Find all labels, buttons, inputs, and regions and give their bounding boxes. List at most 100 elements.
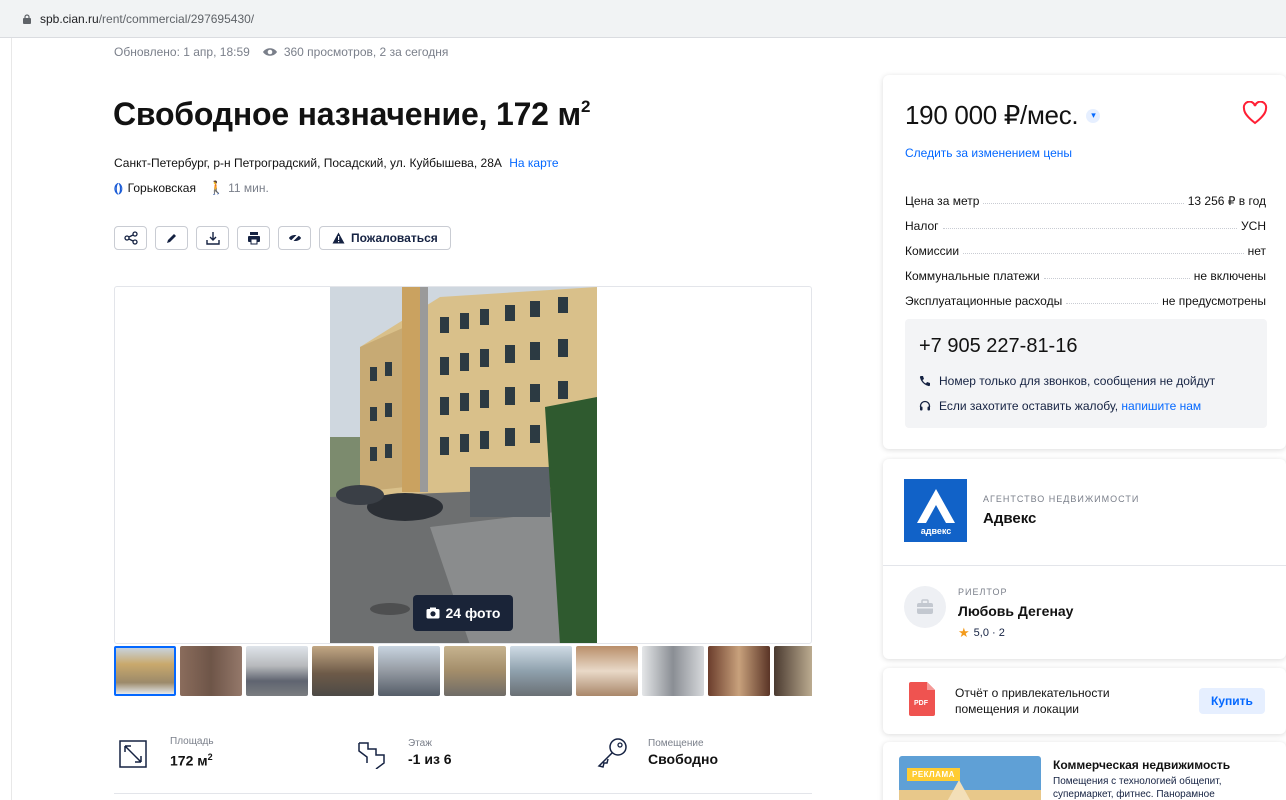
feature-value: Свободно xyxy=(648,750,718,767)
ad-text: Помещения с технологией общепит, суперма… xyxy=(1053,776,1222,800)
feature-label: Площадь xyxy=(170,736,214,747)
photo-gallery[interactable]: 24 фото xyxy=(114,286,812,644)
photo-count-button[interactable]: 24 фото xyxy=(413,595,513,631)
report-card: PDF Отчёт о привлекательности помещения … xyxy=(883,668,1286,734)
address: Санкт-Петербург, р-н Петроградский, Поса… xyxy=(114,156,559,170)
price-row: Цена за метр 13 256 ₽ в год xyxy=(905,194,1266,208)
feature-label: Помещение xyxy=(648,737,704,749)
price-row: Налог УСН xyxy=(905,219,1266,233)
price-card: 190 000 ₽/мес. ▾ Следить за изменением ц… xyxy=(883,75,1286,449)
address-text: Санкт-Петербург, р-н Петроградский, Поса… xyxy=(114,156,502,170)
write-us-link[interactable]: напишите нам xyxy=(1121,399,1201,413)
thumbnail[interactable] xyxy=(708,646,770,696)
price-row: Эксплуатационные расходы не предусмотрены xyxy=(905,294,1266,308)
thumbnail[interactable] xyxy=(642,646,704,696)
feature-label: Этаж xyxy=(408,737,432,749)
thumbnail[interactable] xyxy=(180,646,242,696)
print-button[interactable] xyxy=(237,226,270,250)
phone-box: +7 905 227-81-16 Номер только для звонко… xyxy=(905,319,1267,428)
photo-count-label: 24 фото xyxy=(445,605,501,621)
camera-icon xyxy=(426,607,440,619)
realtor-type: РИЕЛТОР xyxy=(958,587,1008,597)
thumbnail[interactable] xyxy=(378,646,440,696)
url-text[interactable]: spb.cian.ru/rent/commercial/297695430/ xyxy=(40,12,254,26)
report-label: Пожаловаться xyxy=(351,231,438,245)
price: 190 000 ₽/мес. ▾ xyxy=(905,100,1101,131)
chevron-down-icon[interactable]: ▾ xyxy=(1086,108,1101,123)
stairs-icon xyxy=(358,742,385,769)
metro-time: 11 мин. xyxy=(228,181,269,195)
avatar[interactable] xyxy=(904,586,946,628)
feature-value: -1 из 6 xyxy=(408,750,452,767)
main-photo[interactable] xyxy=(330,287,597,643)
browser-address-bar[interactable]: spb.cian.ru/rent/commercial/297695430/ xyxy=(0,0,1286,38)
realtor-rating: ★ 5,0 · 2 xyxy=(958,625,1005,640)
headset-icon xyxy=(919,400,931,411)
area-icon xyxy=(119,740,147,769)
briefcase-icon xyxy=(917,599,933,614)
map-link[interactable]: На карте xyxy=(509,156,558,170)
views-count: 360 просмотров, 2 за сегодня xyxy=(283,45,449,59)
metro-icon: ⦅⦆ xyxy=(114,180,123,195)
ad-card[interactable]: РЕКЛАМА Коммерческая недвижимость Помеще… xyxy=(883,742,1286,800)
lock-icon xyxy=(23,14,31,24)
thumbnail[interactable] xyxy=(246,646,308,696)
pdf-icon: PDF xyxy=(909,682,935,716)
feature-area: Площадь 172 м2 xyxy=(118,735,214,770)
price-row: Комиссии нет xyxy=(905,244,1266,258)
heart-icon[interactable] xyxy=(1242,101,1268,125)
thumbnail[interactable] xyxy=(510,646,572,696)
metro-info: ⦅⦆ Горьковская 🚶 11 мин. xyxy=(114,180,269,196)
divider xyxy=(883,565,1286,566)
agency-type: АГЕНТСТВО НЕДВИЖИМОСТИ xyxy=(983,494,1140,504)
hide-icon xyxy=(288,232,301,244)
ad-title[interactable]: Коммерческая недвижимость xyxy=(1053,758,1230,772)
pencil-icon xyxy=(166,234,176,243)
complaint-note: Если захотите оставить жалобу, напишите … xyxy=(919,399,1201,413)
thumbnail[interactable] xyxy=(576,646,638,696)
agency-logo[interactable]: адвекс xyxy=(904,479,967,542)
download-icon xyxy=(205,232,220,245)
thumbnail[interactable] xyxy=(444,646,506,696)
divider xyxy=(114,793,812,794)
agency-name[interactable]: Адвекс xyxy=(983,510,1036,527)
page-title: Свободное назначение, 172 м2 xyxy=(113,96,591,132)
thumbnail[interactable] xyxy=(114,646,176,696)
report-text: Отчёт о привлекательности помещения и ло… xyxy=(955,686,1110,716)
buy-button[interactable]: Купить xyxy=(1199,688,1265,714)
page-edge xyxy=(11,38,12,800)
phone-icon xyxy=(919,376,930,387)
share-button[interactable] xyxy=(114,226,147,250)
star-icon: ★ xyxy=(958,625,970,640)
key-icon xyxy=(597,738,627,768)
action-toolbar: Пожаловаться xyxy=(114,226,451,250)
price-value: 190 000 ₽/мес. xyxy=(905,100,1079,130)
svg-text:PDF: PDF xyxy=(914,700,929,707)
phone-number[interactable]: +7 905 227-81-16 xyxy=(919,335,1077,358)
realtor-name[interactable]: Любовь Дегенау xyxy=(958,603,1073,619)
share-icon xyxy=(123,231,138,245)
report-button[interactable]: Пожаловаться xyxy=(319,226,451,250)
download-button[interactable] xyxy=(196,226,229,250)
feature-value: 172 м2 xyxy=(170,752,213,769)
listing-meta: Обновлено: 1 апр, 18:59 360 просмотров, … xyxy=(114,45,448,59)
phone-note: Номер только для звонков, сообщения не д… xyxy=(919,374,1215,388)
hide-button[interactable] xyxy=(278,226,311,250)
agent-card: адвекс АГЕНТСТВО НЕДВИЖИМОСТИ Адвекс РИЕ… xyxy=(883,459,1286,659)
warning-icon xyxy=(332,232,345,244)
updated-date: Обновлено: 1 апр, 18:59 xyxy=(114,45,250,59)
feature-floor: Этаж -1 из 6 xyxy=(356,735,452,769)
print-icon xyxy=(247,232,260,245)
edit-button[interactable] xyxy=(155,226,188,250)
svg-text:адвекс: адвекс xyxy=(920,526,951,536)
ad-badge: РЕКЛАМА xyxy=(907,768,960,781)
thumbnail[interactable] xyxy=(312,646,374,696)
watch-price-link[interactable]: Следить за изменением цены xyxy=(905,146,1072,160)
thumbnail-strip xyxy=(114,646,812,698)
walk-icon: 🚶 xyxy=(207,180,225,195)
price-details: Цена за метр 13 256 ₽ в год Налог УСН Коми… xyxy=(905,183,1266,308)
metro-station[interactable]: Горьковская xyxy=(128,181,196,195)
thumbnail[interactable] xyxy=(774,646,812,696)
eye-icon xyxy=(262,48,277,56)
feature-room: Помещение Свободно xyxy=(596,735,718,769)
